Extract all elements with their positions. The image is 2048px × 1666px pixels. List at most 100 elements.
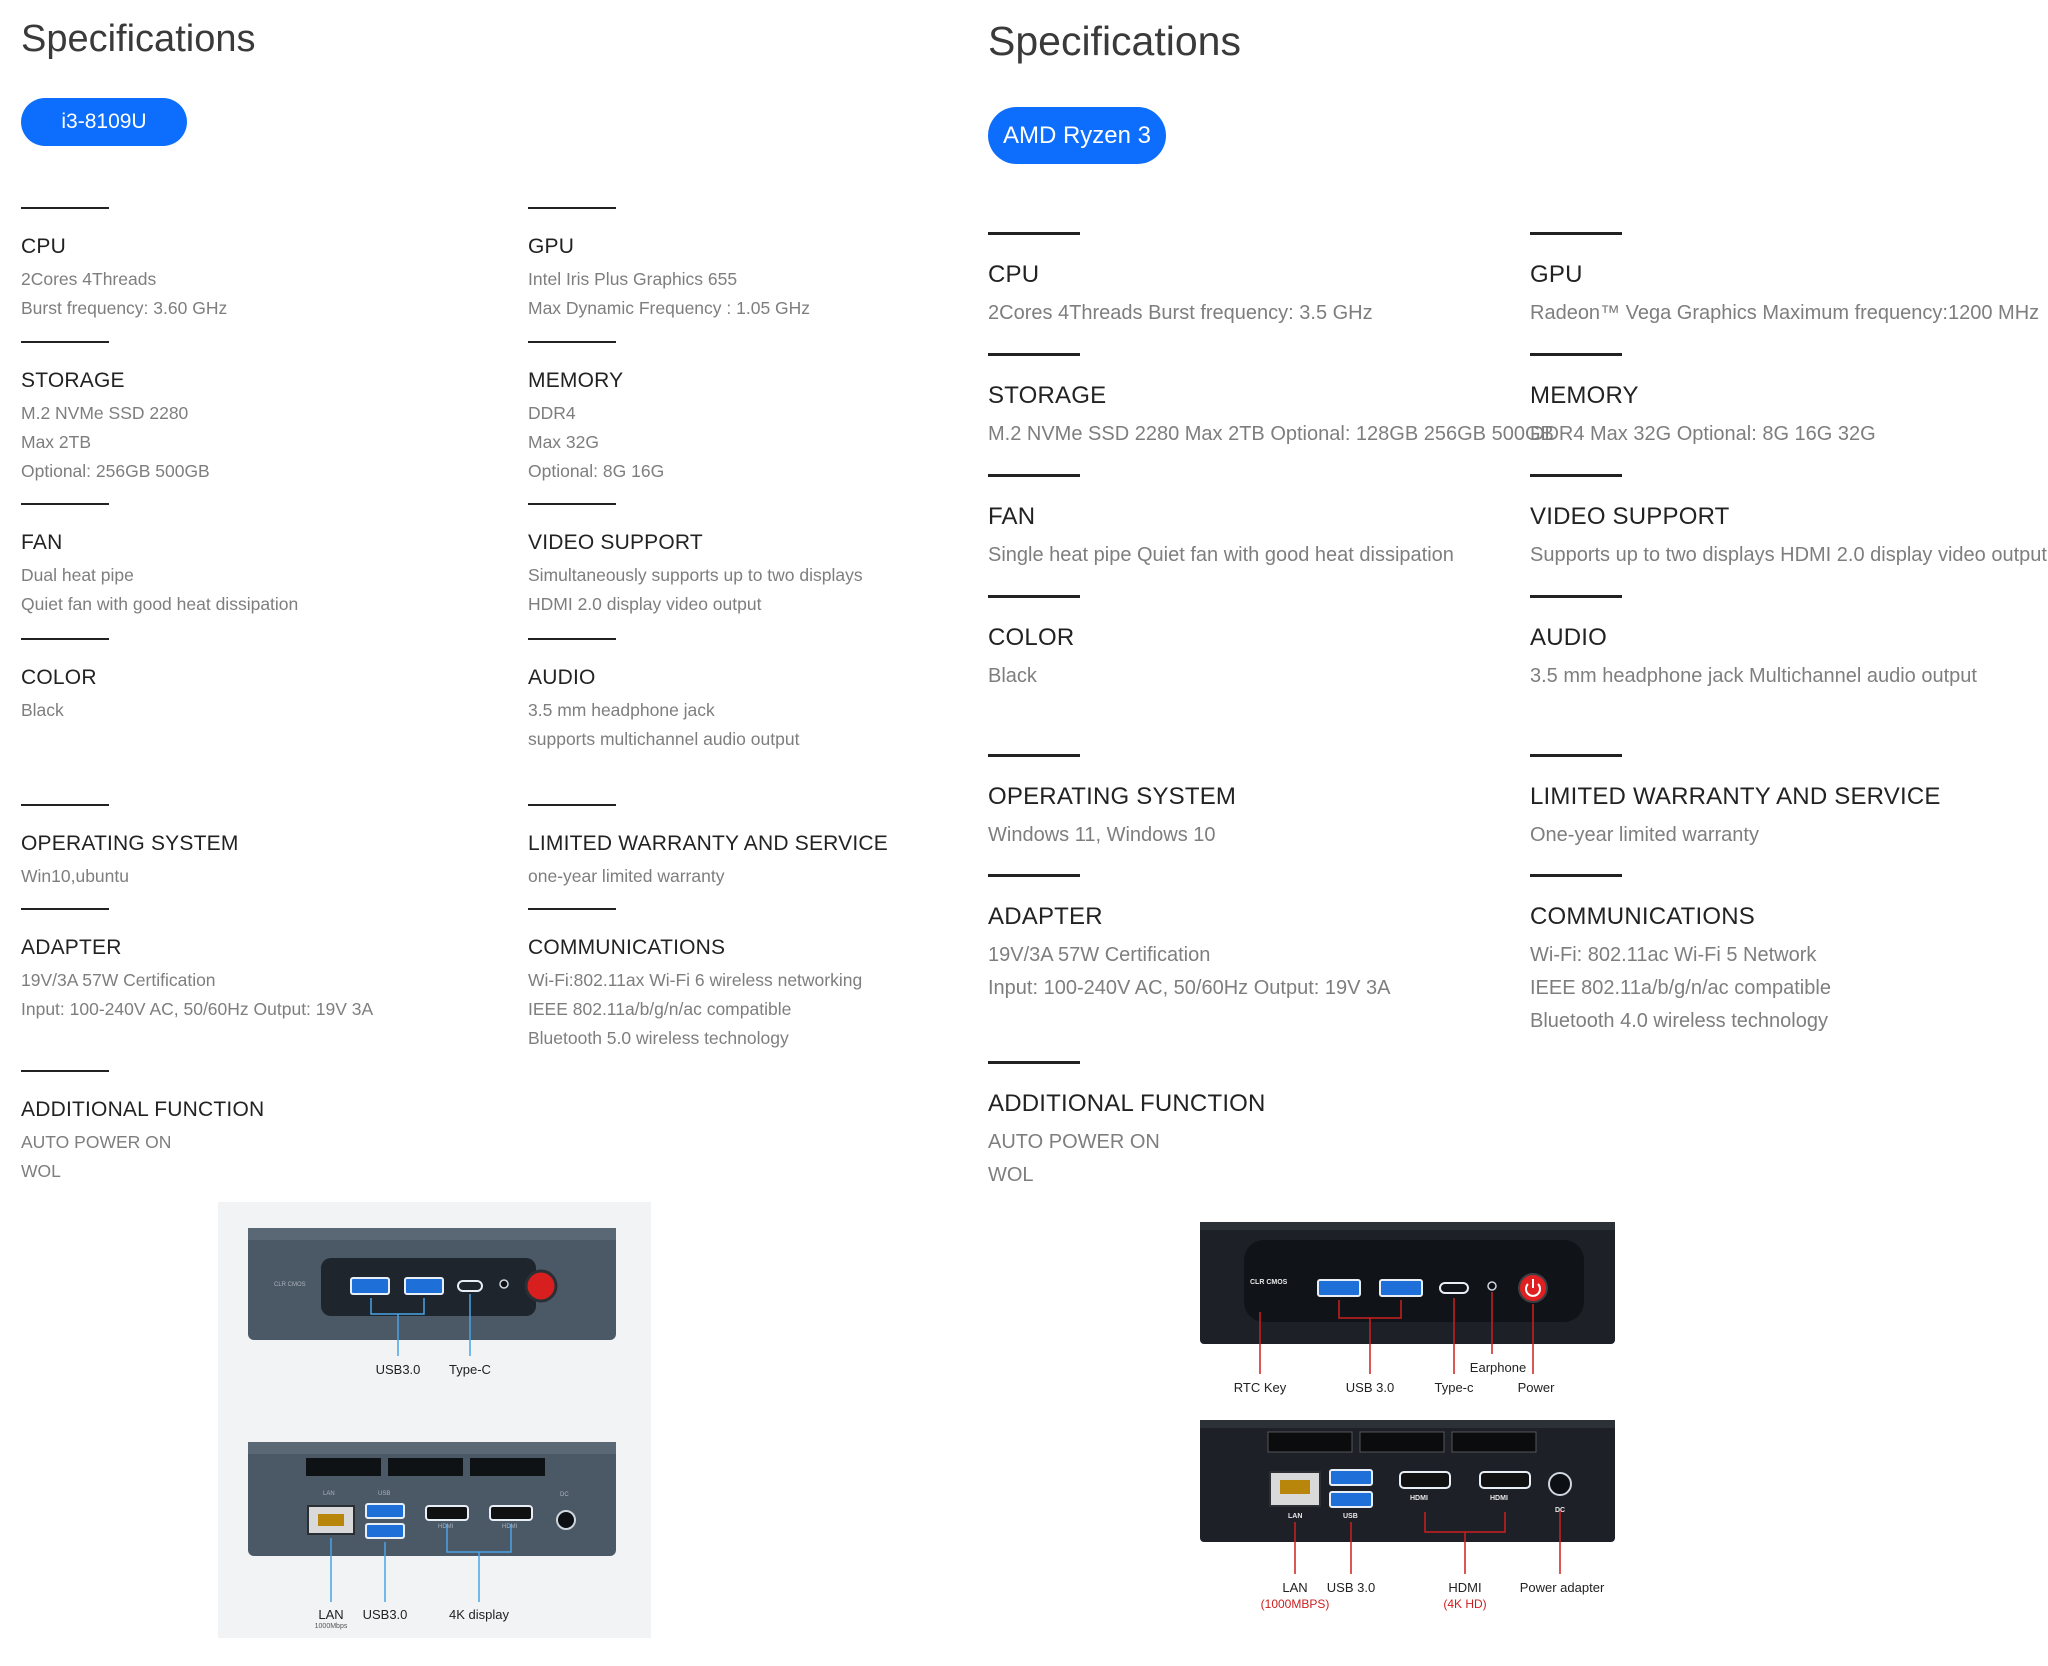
usb-port-icon — [1317, 1279, 1361, 1297]
spec-value: Max Dynamic Frequency : 1.05 GHz — [528, 298, 811, 318]
usb-caption: USB 3.0 — [1345, 1380, 1395, 1395]
spec-label: ADAPTER — [988, 903, 1103, 930]
spec-value: Windows 11, Windows 10 — [988, 824, 1216, 846]
spec-label: OPERATING SYSTEM — [21, 832, 239, 855]
device-top-edge — [248, 1228, 616, 1240]
spec-video-support: VIDEO SUPPORT Simultaneously supports up… — [528, 503, 863, 619]
spec-fan: FAN Single heat pipe Quiet fan with good… — [988, 474, 1454, 572]
spec-adapter: ADAPTER 19V/3A 57W Certification Input: … — [21, 908, 373, 1024]
dc-jack-icon — [556, 1510, 576, 1530]
lan-port-label: LAN — [1288, 1513, 1303, 1520]
spec-value: supports multichannel audio output — [528, 729, 800, 749]
lan-caption: LAN — [1282, 1580, 1308, 1595]
usb-port-icon — [350, 1277, 390, 1295]
clr-cmos-label: CLR CMOS — [274, 1282, 306, 1288]
spec-value: DDR4 — [528, 403, 576, 423]
spec-value: M.2 NVMe SSD 2280 — [21, 403, 189, 423]
lan-port-contacts — [1280, 1480, 1310, 1494]
usb-port-icon — [1329, 1491, 1373, 1508]
spec-label: COMMUNICATIONS — [1530, 903, 1756, 930]
spec-value: Intel Iris Plus Graphics 655 — [528, 269, 738, 289]
spec-value: 2Cores 4Threads — [21, 269, 157, 289]
vent-grille — [306, 1458, 381, 1476]
spec-fan: FAN Dual heat pipe Quiet fan with good h… — [21, 503, 298, 619]
spec-value: Max 32G — [528, 432, 599, 452]
spec-cpu: CPU 2Cores 4Threads Burst frequency: 3.6… — [21, 207, 227, 323]
vent-grille — [388, 1458, 463, 1476]
device-top-edge — [1200, 1222, 1615, 1230]
spec-audio: AUDIO 3.5 mm headphone jack Multichannel… — [1530, 595, 1977, 693]
spec-value: Dual heat pipe — [21, 565, 134, 585]
usb-caption: USB3.0 — [362, 1607, 408, 1622]
divider — [528, 503, 616, 505]
divider — [988, 474, 1080, 477]
spec-value: Bluetooth 4.0 wireless technology — [1530, 1010, 1828, 1032]
spec-operating-system: OPERATING SYSTEM Win10,ubuntu — [21, 804, 239, 891]
spec-value: Optional: 8G 16G — [528, 461, 665, 481]
spec-additional-function: ADDITIONAL FUNCTION AUTO POWER ON WOL — [21, 1070, 264, 1186]
device-top-edge — [1200, 1420, 1615, 1428]
page-title: Specifications — [988, 18, 1241, 64]
divider — [21, 207, 109, 209]
hdmi-logo: HDMI — [1410, 1495, 1428, 1502]
hdmi-caption: HDMI — [1448, 1580, 1482, 1595]
spec-value: M.2 NVMe SSD 2280 Max 2TB Optional: 128G… — [988, 423, 1554, 445]
usb-caption: USB 3.0 — [1326, 1580, 1376, 1595]
spec-label: LIMITED WARRANTY AND SERVICE — [1530, 783, 1941, 810]
usb-port-icon — [1379, 1279, 1423, 1297]
spec-value: IEEE 802.11a/b/g/n/ac compatible — [528, 999, 792, 1019]
divider — [528, 341, 616, 343]
lan-caption: LAN — [318, 1607, 344, 1622]
spec-value: Quiet fan with good heat dissipation — [21, 594, 299, 614]
spec-value: Wi-Fi: 802.11ac Wi-Fi 5 Network — [1530, 944, 1817, 966]
divider — [1530, 353, 1622, 356]
spec-panel-ryzen: Specifications AMD Ryzen 3 CPU 2Cores 4T… — [975, 0, 2048, 1666]
spec-value: Wi-Fi:802.11ax Wi-Fi 6 wireless networki… — [528, 970, 863, 990]
earphone-jack-icon — [1487, 1281, 1497, 1291]
model-button-i3[interactable]: i3-8109U — [21, 98, 187, 146]
divider — [988, 1061, 1080, 1064]
display-caption: 4K display — [449, 1607, 509, 1622]
spec-label: COMMUNICATIONS — [528, 936, 726, 959]
spec-gpu: GPU Intel Iris Plus Graphics 655 Max Dyn… — [528, 207, 810, 323]
divider — [1530, 474, 1622, 477]
usb-caption: USB3.0 — [375, 1362, 421, 1377]
type-c-caption: Type-c — [1434, 1380, 1474, 1395]
spec-label: COLOR — [21, 666, 97, 689]
spec-label: STORAGE — [988, 382, 1107, 409]
spec-value: DDR4 Max 32G Optional: 8G 16G 32G — [1530, 423, 1876, 445]
spec-additional-function: ADDITIONAL FUNCTION AUTO POWER ON WOL — [988, 1061, 1266, 1186]
spec-value: Black — [988, 665, 1037, 687]
spec-label: AUDIO — [528, 666, 596, 689]
spec-value: Single heat pipe Quiet fan with good hea… — [988, 544, 1454, 566]
spec-value: AUTO POWER ON — [21, 1132, 172, 1152]
product-photo-ryzen: CLR CMOS LAN USB HDMI HDMI DC RTC Key US… — [1200, 1222, 1620, 1622]
spec-label: AUDIO — [1530, 624, 1608, 651]
spec-label: GPU — [1530, 261, 1583, 288]
spec-value: Input: 100-240V AC, 50/60Hz Output: 19V … — [988, 977, 1391, 999]
power-adapter-caption: Power adapter — [1519, 1580, 1605, 1595]
spec-audio: AUDIO 3.5 mm headphone jack supports mul… — [528, 638, 799, 754]
vent-grille — [470, 1458, 545, 1476]
spec-value: 19V/3A 57W Certification — [21, 970, 216, 990]
usb-port-label: USB — [378, 1491, 391, 1497]
spec-value: one-year limited warranty — [528, 866, 725, 886]
device-top-edge — [248, 1442, 616, 1454]
spec-label: ADDITIONAL FUNCTION — [988, 1090, 1266, 1117]
spec-memory: MEMORY DDR4 Max 32G Optional: 8G 16G — [528, 341, 664, 486]
vent-grille — [1451, 1431, 1537, 1453]
divider — [21, 1070, 109, 1072]
usb-port-icon — [404, 1277, 444, 1295]
usb-port-icon — [365, 1523, 405, 1539]
spec-label: FAN — [988, 503, 1036, 530]
divider — [988, 232, 1080, 235]
spec-value: Optional: 256GB 500GB — [21, 461, 210, 481]
power-button-icon — [524, 1269, 558, 1303]
hdmi-port-label: HDMI — [502, 1524, 518, 1530]
spec-label: STORAGE — [21, 369, 125, 392]
divider — [21, 341, 109, 343]
spec-video-support: VIDEO SUPPORT Supports up to two display… — [1530, 474, 2047, 572]
model-button-ryzen[interactable]: AMD Ryzen 3 — [988, 107, 1166, 164]
hdmi-port-label: HDMI — [438, 1524, 454, 1530]
spec-label: VIDEO SUPPORT — [528, 531, 703, 554]
